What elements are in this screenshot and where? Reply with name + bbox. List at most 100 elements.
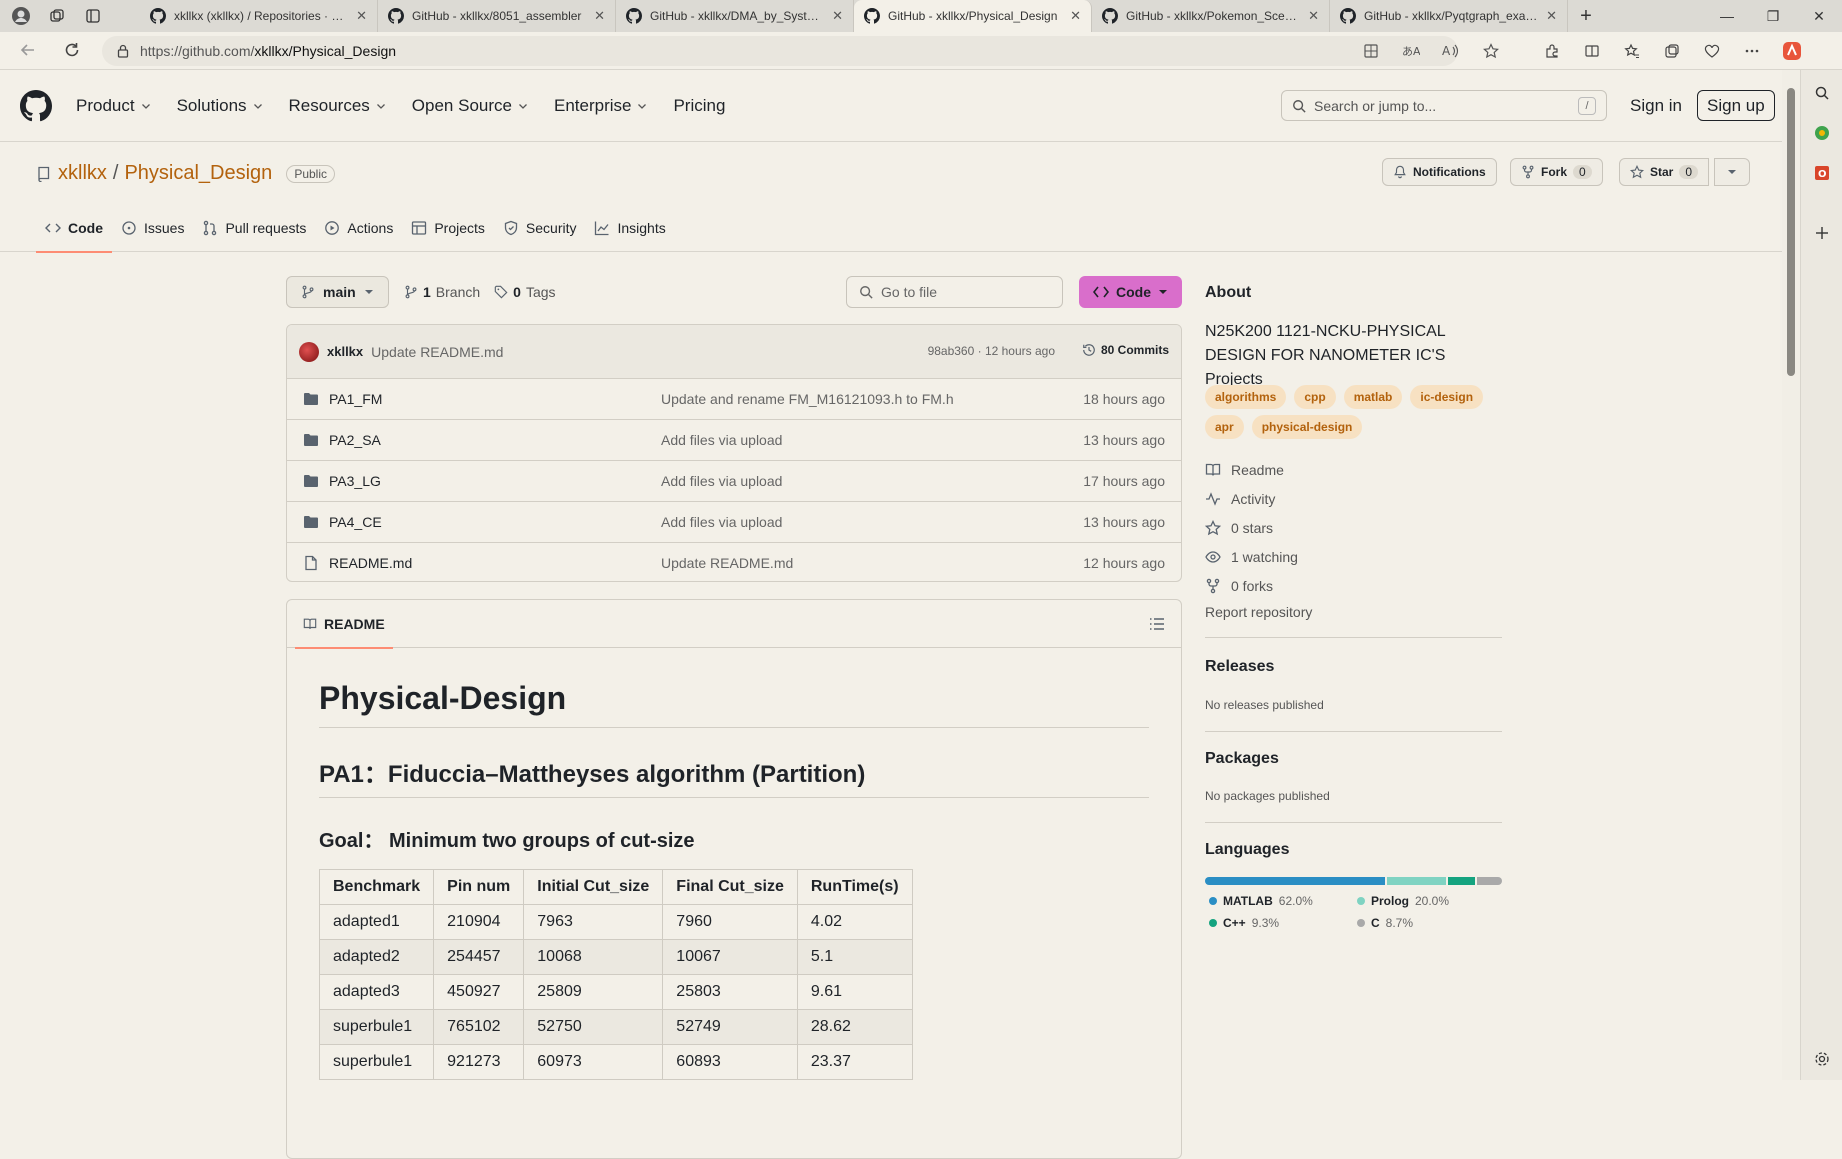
file-row[interactable]: README.md Update README.md 12 hours ago — [287, 543, 1181, 581]
commit-meta[interactable]: 98ab360 · 12 hours ago — [928, 344, 1055, 358]
language-item[interactable]: MATLAB 62.0% — [1209, 894, 1337, 908]
about-link-star[interactable]: 0 stars — [1205, 513, 1298, 542]
star-list-dropdown[interactable] — [1714, 158, 1750, 186]
file-name-link[interactable]: PA4_CE — [329, 514, 382, 530]
repo-owner-link[interactable]: xkllkx — [58, 162, 107, 185]
nav-item-enterprise[interactable]: Enterprise — [554, 96, 647, 116]
topic-tag[interactable]: physical-design — [1251, 415, 1363, 439]
file-name-link[interactable]: PA3_LG — [329, 473, 381, 489]
workspaces-icon[interactable] — [46, 5, 68, 27]
copilot-icon[interactable] — [1780, 40, 1804, 62]
branch-selector[interactable]: main — [286, 276, 389, 308]
nav-item-solutions[interactable]: Solutions — [177, 96, 263, 116]
browser-tab[interactable]: GitHub - xkllkx/8051_assembler ✕ — [378, 0, 616, 32]
topic-tag[interactable]: algorithms — [1205, 385, 1287, 409]
browser-tab[interactable]: GitHub - xkllkx/DMA_by_SystemC ✕ — [616, 0, 854, 32]
tab-pull-requests[interactable]: Pull requests — [193, 204, 315, 252]
file-commit-message[interactable]: Add files via upload — [661, 514, 782, 530]
language-item[interactable]: Prolog 20.0% — [1357, 894, 1449, 908]
repo-name-link[interactable]: Physical_Design — [124, 162, 272, 185]
file-row[interactable]: PA2_SA Add files via upload 13 hours ago — [287, 420, 1181, 461]
sidebar-search-icon[interactable] — [1811, 82, 1833, 104]
topic-tag[interactable]: apr — [1205, 415, 1244, 439]
topic-tag[interactable]: ic-design — [1410, 385, 1484, 409]
app-available-icon[interactable] — [1360, 43, 1382, 59]
page-scrollbar[interactable] — [1782, 70, 1800, 1080]
commits-count-link[interactable]: 80 Commits — [1082, 343, 1169, 357]
collections-icon[interactable] — [1660, 43, 1684, 59]
topic-tag[interactable]: matlab — [1343, 385, 1403, 409]
file-commit-message[interactable]: Add files via upload — [661, 432, 782, 448]
report-repository-link[interactable]: Report repository — [1205, 604, 1312, 620]
tab-insights[interactable]: Insights — [585, 204, 674, 252]
commit-message[interactable]: Update README.md — [371, 344, 503, 360]
close-tab-icon[interactable]: ✕ — [594, 8, 605, 24]
sidebar-app-icon[interactable] — [1811, 122, 1833, 144]
file-name-link[interactable]: PA2_SA — [329, 432, 381, 448]
about-link-pulse[interactable]: Activity — [1205, 484, 1298, 513]
minimize-button[interactable]: — — [1704, 0, 1750, 32]
file-row[interactable]: PA4_CE Add files via upload 13 hours ago — [287, 502, 1181, 543]
nav-item-product[interactable]: Product — [76, 96, 151, 116]
language-item[interactable]: C++ 9.3% — [1209, 916, 1337, 930]
browser-tab[interactable]: GitHub - xkllkx/Physical_Design ✕ — [854, 0, 1092, 32]
tab-actions-icon[interactable] — [82, 5, 104, 27]
language-item[interactable]: C 8.7% — [1357, 916, 1413, 930]
favorites-icon[interactable] — [1620, 43, 1644, 59]
star-button[interactable]: Star 0 — [1619, 158, 1710, 186]
browser-tab[interactable]: GitHub - xkllkx/Pokemon_Scenario ✕ — [1092, 0, 1330, 32]
close-tab-icon[interactable]: ✕ — [832, 8, 843, 24]
go-to-file-input[interactable]: Go to file — [846, 276, 1063, 308]
restore-button[interactable]: ❐ — [1750, 0, 1796, 32]
nav-item-open-source[interactable]: Open Source — [412, 96, 528, 116]
close-window-button[interactable]: ✕ — [1796, 0, 1842, 32]
nav-item-pricing[interactable]: Pricing — [673, 96, 725, 116]
file-commit-message[interactable]: Update README.md — [661, 555, 793, 571]
sign-up-button[interactable]: Sign up — [1697, 90, 1775, 121]
file-name-link[interactable]: README.md — [329, 555, 412, 571]
file-commit-message[interactable]: Add files via upload — [661, 473, 782, 489]
fork-button[interactable]: Fork 0 — [1510, 158, 1603, 186]
file-row[interactable]: PA3_LG Add files via upload 17 hours ago — [287, 461, 1181, 502]
sidebar-add-icon[interactable] — [1811, 222, 1833, 244]
lock-icon[interactable] — [116, 44, 130, 58]
browser-tab[interactable]: xkllkx (xkllkx) / Repositories · GitHub ✕ — [140, 0, 378, 32]
branches-link[interactable]: 1 Branch — [404, 284, 480, 300]
tab-issues[interactable]: Issues — [112, 204, 193, 252]
topic-tag[interactable]: cpp — [1294, 385, 1336, 409]
refresh-icon[interactable] — [54, 41, 90, 59]
sign-in-link[interactable]: Sign in — [1630, 90, 1682, 121]
tags-link[interactable]: 0 Tags — [494, 284, 556, 300]
scrollbar-thumb[interactable] — [1787, 88, 1795, 376]
tab-security[interactable]: Security — [494, 204, 586, 252]
close-tab-icon[interactable]: ✕ — [1070, 8, 1081, 24]
readme-tab[interactable]: README — [295, 600, 393, 649]
releases-title[interactable]: Releases — [1205, 658, 1274, 676]
translate-icon[interactable]: あA — [1400, 43, 1422, 59]
file-commit-message[interactable]: Update and rename FM_M16121093.h to FM.h — [661, 391, 954, 407]
browser-tab[interactable]: GitHub - xkllkx/Pyqtgraph_example ✕ — [1330, 0, 1568, 32]
about-link-book[interactable]: Readme — [1205, 455, 1298, 484]
about-link-eye[interactable]: 1 watching — [1205, 542, 1298, 571]
packages-title[interactable]: Packages — [1205, 750, 1279, 768]
browser-essentials-icon[interactable] — [1700, 43, 1724, 59]
close-tab-icon[interactable]: ✕ — [1308, 8, 1319, 24]
commit-author[interactable]: xkllkx — [327, 344, 363, 359]
outline-list-icon[interactable] — [1149, 616, 1165, 632]
read-aloud-icon[interactable]: A — [1440, 43, 1462, 59]
avatar[interactable] — [299, 341, 319, 362]
more-options-icon[interactable] — [1740, 43, 1764, 59]
close-tab-icon[interactable]: ✕ — [356, 8, 367, 24]
extensions-icon[interactable] — [1540, 43, 1564, 59]
back-arrow-icon[interactable] — [10, 41, 46, 59]
about-link-fork[interactable]: 0 forks — [1205, 571, 1298, 600]
close-tab-icon[interactable]: ✕ — [1546, 8, 1557, 24]
sidebar-settings-icon[interactable] — [1811, 1048, 1833, 1070]
split-screen-icon[interactable] — [1580, 43, 1604, 59]
github-logo-icon[interactable] — [20, 90, 52, 122]
url-field[interactable]: https://github.com/xkllkx/Physical_Desig… — [102, 36, 1458, 66]
notifications-button[interactable]: Notifications — [1382, 158, 1497, 186]
nav-item-resources[interactable]: Resources — [289, 96, 386, 116]
tab-code[interactable]: Code — [36, 204, 112, 253]
file-row[interactable]: PA1_FM Update and rename FM_M16121093.h t… — [287, 379, 1181, 420]
